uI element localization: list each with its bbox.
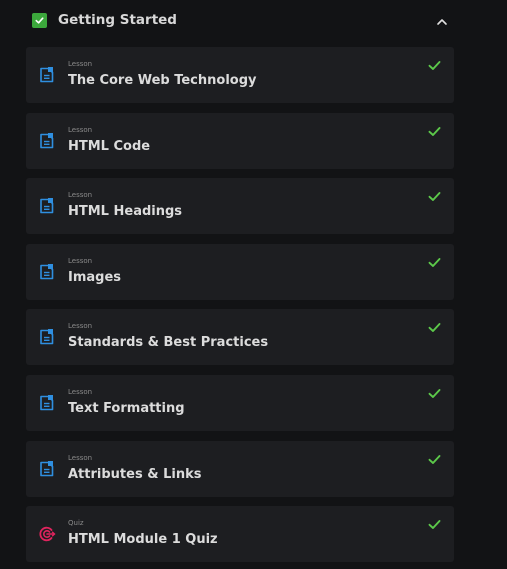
- completed-check-icon: [427, 255, 442, 270]
- lesson-item[interactable]: Lesson HTML Headings: [26, 178, 454, 234]
- completed-check-icon: [427, 58, 442, 73]
- document-icon: [38, 197, 56, 215]
- completed-check-icon: [427, 452, 442, 467]
- item-type-label: Quiz: [68, 519, 84, 527]
- item-title: HTML Module 1 Quiz: [68, 532, 218, 547]
- chevron-up-icon[interactable]: [435, 14, 449, 28]
- item-type-label: Lesson: [68, 454, 93, 462]
- item-title: Standards & Best Practices: [68, 335, 269, 350]
- item-title: The Core Web Technology: [68, 73, 257, 88]
- quiz-target-icon: [38, 525, 56, 543]
- item-title: Images: [68, 270, 122, 285]
- item-title: Text Formatting: [68, 401, 185, 416]
- item-type-label: Lesson: [68, 126, 93, 134]
- lesson-item[interactable]: Lesson Attributes & Links: [26, 441, 454, 497]
- document-icon: [38, 132, 56, 150]
- section-title: Getting Started: [58, 12, 177, 28]
- lesson-item[interactable]: Lesson The Core Web Technology: [26, 47, 454, 103]
- document-icon: [38, 394, 56, 412]
- document-icon: [38, 263, 56, 281]
- document-icon: [38, 460, 56, 478]
- item-type-label: Lesson: [68, 257, 93, 265]
- completed-check-icon: [427, 320, 442, 335]
- item-type-label: Lesson: [68, 388, 93, 396]
- item-type-label: Lesson: [68, 191, 93, 199]
- lesson-item[interactable]: Lesson Images: [26, 244, 454, 300]
- completed-check-icon: [427, 517, 442, 532]
- document-icon: [38, 66, 56, 84]
- completed-check-icon: [427, 124, 442, 139]
- lesson-item[interactable]: Lesson Standards & Best Practices: [26, 309, 454, 365]
- item-title: HTML Headings: [68, 204, 183, 219]
- completed-check-icon: [427, 189, 442, 204]
- lesson-item[interactable]: Lesson HTML Code: [26, 113, 454, 169]
- course-section: Getting Started Lesson The Core Web Techn…: [26, 0, 454, 569]
- completed-check-icon: [427, 386, 442, 401]
- section-header-getting-started[interactable]: Getting Started: [26, 0, 454, 42]
- quiz-item[interactable]: Quiz HTML Module 1 Quiz: [26, 506, 454, 562]
- document-icon: [38, 328, 56, 346]
- lesson-item[interactable]: Lesson Text Formatting: [26, 375, 454, 431]
- item-type-label: Lesson: [68, 60, 93, 68]
- item-type-label: Lesson: [68, 322, 93, 330]
- section-complete-checkbox-icon: [32, 13, 47, 28]
- item-title: HTML Code: [68, 139, 151, 154]
- item-title: Attributes & Links: [68, 467, 202, 482]
